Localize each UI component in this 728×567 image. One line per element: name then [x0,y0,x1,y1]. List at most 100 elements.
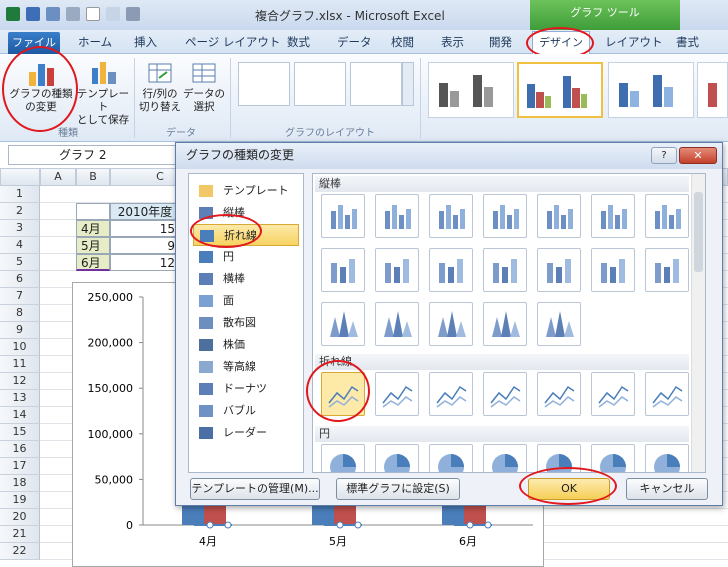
row-header[interactable]: 14 [0,407,40,424]
row-header[interactable]: 12 [0,373,40,390]
chart-subtype-thumb[interactable] [645,444,689,472]
row-header[interactable]: 1 [0,186,40,203]
chart-subtype-thumb[interactable] [321,302,365,346]
row-header[interactable]: 22 [0,543,40,560]
row-header[interactable]: 2 [0,203,40,220]
row-header[interactable]: 4 [0,237,40,254]
chart-style-3[interactable] [608,62,694,118]
chart-subtype-thumb[interactable] [429,248,473,292]
chart-subtype-thumb[interactable] [645,372,689,416]
row-header[interactable]: 7 [0,288,40,305]
new-icon[interactable] [86,7,100,21]
row-header[interactable]: 8 [0,305,40,322]
chart-style-1[interactable] [428,62,514,118]
chart-layout-3[interactable] [350,62,402,106]
row-header[interactable]: 9 [0,322,40,339]
row-header[interactable]: 11 [0,356,40,373]
chart-category-item[interactable]: ドーナツ [193,378,299,400]
scrollbar-thumb[interactable] [694,192,703,272]
chart-category-item[interactable]: 面 [193,290,299,312]
chart-category-item[interactable]: バブル [193,400,299,422]
chart-subtype-thumb[interactable] [591,194,635,238]
row-header[interactable]: 21 [0,526,40,543]
chart-category-item[interactable]: テンプレート [193,180,299,202]
name-box[interactable]: グラフ 2 [8,145,178,165]
undo-icon[interactable] [46,7,60,21]
chart-category-item[interactable]: 等高線 [193,356,299,378]
row-header[interactable]: 19 [0,492,40,509]
tab-formulas[interactable]: 数式 [287,34,310,50]
cell-b4[interactable]: 5月 [76,237,110,254]
cell-c2[interactable]: 2010年度 [110,203,180,220]
redo-icon[interactable] [66,7,80,21]
set-default-chart-button[interactable]: 標準グラフに設定(S) [336,478,460,500]
chart-subtype-thumb[interactable] [483,248,527,292]
help-button[interactable]: ? [651,147,677,164]
chart-subtype-thumb[interactable] [429,194,473,238]
chart-subtype-thumb[interactable] [429,302,473,346]
excel-icon[interactable] [6,7,20,21]
layout-gallery-scroll[interactable] [402,62,414,106]
switch-row-column-button[interactable]: 行/列の 切り替え [138,58,182,114]
chart-category-item[interactable]: 円 [193,246,299,268]
chart-subtype-thumb[interactable] [429,444,473,472]
cell-b3[interactable]: 4月 [76,220,110,237]
tab-format[interactable]: 書式 [676,34,699,50]
select-all-corner[interactable] [0,168,40,186]
row-header[interactable]: 17 [0,458,40,475]
manage-templates-button[interactable]: テンプレートの管理(M)... [190,478,320,500]
cell-c3[interactable]: 15 [110,220,180,237]
tab-home[interactable]: ホーム [78,34,112,50]
chart-category-item[interactable]: 散布図 [193,312,299,334]
chart-layout-1[interactable] [238,62,290,106]
row-header[interactable]: 20 [0,509,40,526]
chart-subtype-thumb[interactable] [321,248,365,292]
cell-c5[interactable]: 12 [110,254,180,271]
cell-b2[interactable] [76,203,110,220]
subtype-scrollbar[interactable] [691,174,705,472]
tab-view[interactable]: 表示 [441,34,464,50]
save-icon[interactable] [26,7,40,21]
row-header[interactable]: 16 [0,441,40,458]
chart-subtype-thumb[interactable] [537,372,581,416]
chart-subtype-thumb[interactable] [591,248,635,292]
chart-subtype-thumb[interactable] [375,302,419,346]
cell-b5[interactable]: 6月 [76,254,110,271]
chart-subtype-thumb[interactable] [591,372,635,416]
tab-developer[interactable]: 開発 [489,34,512,50]
tab-layout[interactable]: レイアウト [605,34,663,50]
chart-style-4[interactable] [697,62,728,118]
tab-page-layout[interactable]: ページ レイアウト [185,34,280,50]
column-header-b[interactable]: B [76,168,110,186]
chart-subtype-thumb[interactable] [321,444,365,472]
chart-subtype-thumb[interactable] [375,248,419,292]
chart-subtype-thumb[interactable] [429,372,473,416]
close-button[interactable]: ✕ [679,147,717,164]
tab-data[interactable]: データ [337,34,372,50]
cell-c4[interactable]: 9 [110,237,180,254]
chart-subtype-thumb[interactable] [537,302,581,346]
chart-style-2[interactable] [517,62,603,118]
print-icon[interactable] [126,7,140,21]
chart-category-item[interactable]: 株価 [193,334,299,356]
row-header[interactable]: 10 [0,339,40,356]
row-header[interactable]: 13 [0,390,40,407]
chart-subtype-thumb[interactable] [483,302,527,346]
chart-subtype-thumb[interactable] [375,444,419,472]
chart-subtype-thumb[interactable] [645,194,689,238]
chart-layout-2[interactable] [294,62,346,106]
chart-subtype-thumb[interactable] [375,372,419,416]
chart-subtype-thumb[interactable] [483,194,527,238]
chart-subtype-thumb[interactable] [483,444,527,472]
select-data-button[interactable]: データの 選択 [182,58,226,114]
chart-subtype-thumb[interactable] [375,194,419,238]
row-header[interactable]: 5 [0,254,40,271]
row-header[interactable]: 15 [0,424,40,441]
print-preview-icon[interactable] [106,7,120,21]
chart-category-item[interactable]: 横棒 [193,268,299,290]
tab-review[interactable]: 校閲 [391,34,414,50]
save-as-template-button[interactable]: テンプレート として保存 [74,58,132,127]
row-header[interactable]: 18 [0,475,40,492]
chart-category-item[interactable]: レーダー [193,422,299,444]
cancel-button[interactable]: キャンセル [626,478,708,500]
